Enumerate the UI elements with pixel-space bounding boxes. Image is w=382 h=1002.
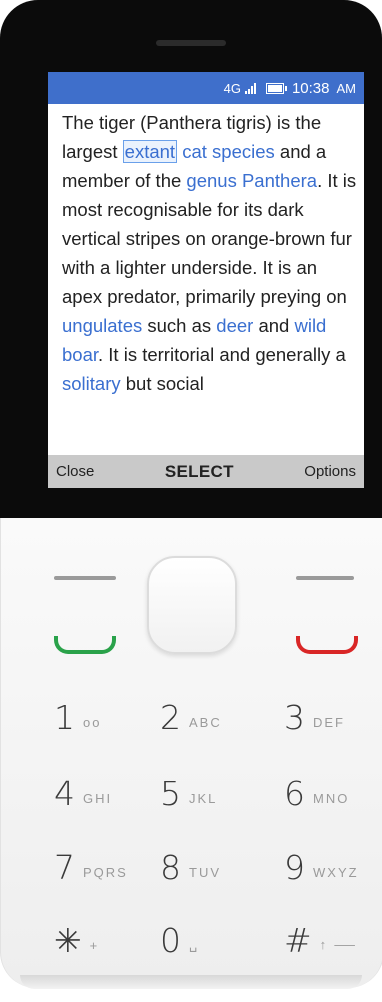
key-letters: WXYZ (313, 865, 359, 880)
key-number: ✳ (54, 921, 82, 960)
key-12[interactable]: # ↑ ⸺ (284, 924, 358, 957)
key-number: 7 (54, 848, 75, 887)
article-link[interactable]: deer (216, 315, 253, 336)
signal-icon (244, 82, 256, 94)
softkey-close[interactable]: Close (56, 463, 94, 480)
key-number: # (284, 921, 312, 960)
key-number: 0 (160, 921, 181, 960)
key-8[interactable]: 8 TUV (160, 851, 221, 884)
key-letters: TUV (189, 865, 221, 880)
earpiece-speaker (156, 40, 226, 46)
article-link[interactable]: extant (122, 140, 178, 163)
network-type: 4G (223, 80, 241, 96)
key-number: 9 (284, 848, 305, 887)
key-7[interactable]: 7 PQRS (54, 851, 128, 884)
right-softkey-button[interactable] (296, 576, 354, 580)
article-text-run: and (253, 315, 295, 336)
key-letters: GHI (83, 791, 113, 806)
article-link[interactable]: genus Panthera (186, 170, 317, 191)
key-10[interactable]: ✳ + (54, 924, 99, 957)
clock-ampm: AM (336, 80, 357, 96)
key-3[interactable]: 3 DEF (284, 701, 345, 734)
article-text-run: such as (142, 315, 217, 336)
end-call-button-icon[interactable] (296, 636, 358, 654)
key-number: 1 (54, 698, 75, 737)
key-number: 6 (284, 774, 305, 813)
key-6[interactable]: 6 MNO (284, 777, 349, 810)
key-number: 8 (160, 848, 181, 887)
phone-base (20, 975, 362, 989)
key-5[interactable]: 5 JKL (160, 777, 217, 810)
key-letters: DEF (313, 715, 345, 730)
softkey-options[interactable]: Options (304, 463, 356, 480)
key-letters: + (89, 938, 100, 953)
key-11[interactable]: 0 ␣ (160, 924, 199, 957)
key-letters: ␣ (189, 937, 200, 952)
phone-screen: 4G 10:38 AM The tiger (Panthera tigris) … (48, 72, 364, 488)
left-softkey-button[interactable] (54, 576, 116, 580)
article-text-run: but social (120, 373, 204, 394)
battery-icon (265, 82, 287, 94)
key-1[interactable]: 1 oo (54, 701, 101, 734)
key-letters: MNO (313, 791, 350, 806)
key-number: 4 (54, 774, 75, 813)
status-bar: 4G 10:38 AM (48, 72, 364, 104)
key-4[interactable]: 4 GHI (54, 777, 112, 810)
key-letters: JKL (189, 791, 218, 806)
key-number: 2 (160, 698, 181, 737)
key-9[interactable]: 9 WXYZ (284, 851, 359, 884)
key-letters: oo (83, 715, 102, 730)
key-number: 5 (160, 774, 181, 813)
call-button-icon[interactable] (54, 636, 116, 654)
key-2[interactable]: 2 ABC (160, 701, 222, 734)
key-letters: ABC (189, 715, 222, 730)
article-link[interactable]: solitary (62, 373, 121, 394)
key-number: 3 (284, 698, 305, 737)
article-text: The tiger (Panthera tigris) is the large… (62, 108, 358, 398)
clock-time: 10:38 (291, 79, 330, 97)
dpad-center-button[interactable] (147, 556, 237, 654)
article-link[interactable]: cat species (182, 141, 275, 162)
key-letters: PQRS (83, 865, 128, 880)
softkey-bar: Close SELECT Options (48, 455, 364, 488)
key-letters: ↑ ⸺ (319, 937, 358, 952)
article-link[interactable]: ungulates (62, 315, 142, 336)
article-text-run: . It is territorial and generally a (98, 344, 346, 365)
phone-device: 4G 10:38 AM The tiger (Panthera tigris) … (0, 0, 382, 1002)
softkey-select[interactable]: SELECT (165, 462, 234, 482)
